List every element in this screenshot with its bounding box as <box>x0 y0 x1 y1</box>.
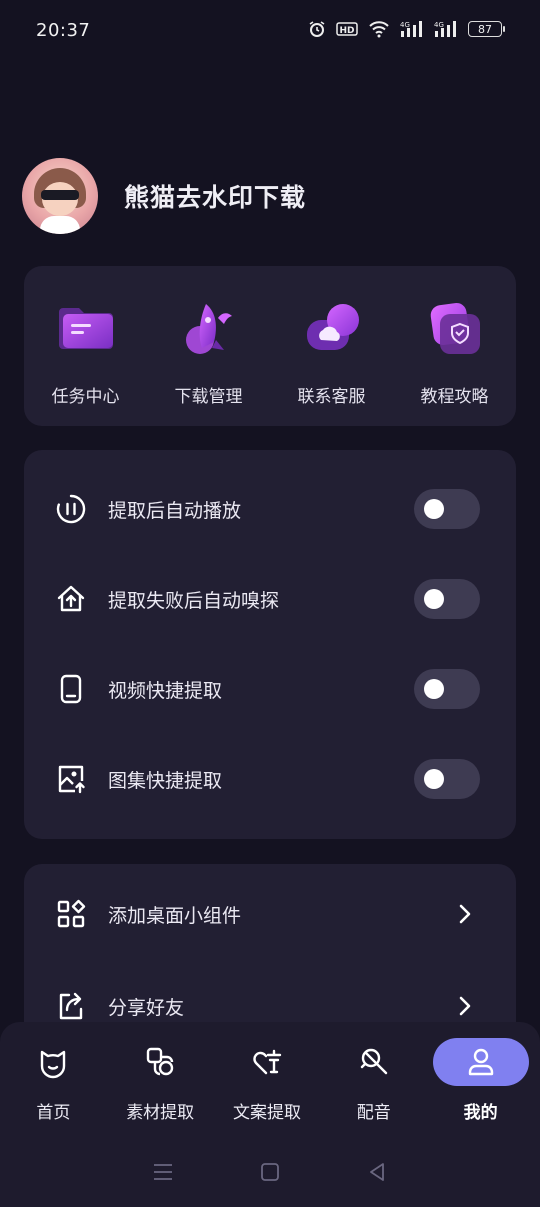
status-bar: 20:37 HD 4G 4G 87 <box>0 0 540 64</box>
nav-label: 首页 <box>36 1103 71 1123</box>
cloud-chat-icon <box>301 298 363 360</box>
nav-item-mine[interactable]: 我的 <box>427 1038 534 1130</box>
dubbing-icon <box>326 1038 422 1086</box>
nav-label: 素材提取 <box>126 1103 195 1123</box>
setting-label: 视频快捷提取 <box>108 679 223 702</box>
alarm-icon <box>308 20 326 38</box>
image-upload-icon <box>54 762 88 796</box>
quick-action-label: 下载管理 <box>174 387 243 407</box>
setting-label: 提取失败后自动嗅探 <box>108 589 280 612</box>
svg-text:4G: 4G <box>400 21 410 29</box>
setting-row-gallery-shortcut: 图集快捷提取 <box>24 734 516 824</box>
nav-item-material[interactable]: 素材提取 <box>107 1038 214 1130</box>
setting-row-auto-sniff: 提取失败后自动嗅探 <box>24 554 516 644</box>
video-shortcut-toggle[interactable] <box>414 669 480 709</box>
phone-icon <box>54 672 88 706</box>
svg-text:HD: HD <box>339 26 354 36</box>
profile-name[interactable]: 熊猫去水印下载 <box>124 178 306 214</box>
material-icon <box>112 1038 208 1086</box>
home-icon <box>5 1038 101 1086</box>
setting-label: 提取后自动播放 <box>108 499 242 522</box>
nav-label: 我的 <box>463 1103 498 1123</box>
link-row-add-widget[interactable]: 添加桌面小组件 <box>24 868 516 960</box>
quick-action-label: 联系客服 <box>297 387 366 407</box>
upload-home-icon <box>54 582 88 616</box>
home-square-icon[interactable] <box>255 1157 285 1187</box>
nav-item-home[interactable]: 首页 <box>0 1038 107 1130</box>
status-time: 20:37 <box>36 20 91 41</box>
pause-circle-icon <box>54 492 88 526</box>
quick-action-label: 教程攻略 <box>420 387 489 407</box>
widgets-icon <box>54 897 88 931</box>
signal-4g-icon: 4G <box>434 20 458 38</box>
setting-row-autoplay: 提取后自动播放 <box>24 464 516 554</box>
settings-card: 提取后自动播放 提取失败后自动嗅探 视频快捷提取 图集快捷提取 <box>24 450 516 839</box>
avatar[interactable] <box>22 158 98 234</box>
folder-icon <box>55 298 117 360</box>
battery-icon: 87 <box>468 21 505 37</box>
quick-actions-card: 任务中心 下载管理 联系客服 教程攻略 <box>24 266 516 426</box>
profile-header[interactable]: 熊猫去水印下载 <box>22 158 306 234</box>
nav-label: 文案提取 <box>232 1103 301 1123</box>
rocket-icon <box>178 298 240 360</box>
user-icon <box>432 1038 529 1086</box>
system-nav-bar <box>0 1152 540 1192</box>
chevron-right-icon <box>448 897 482 931</box>
link-label: 分享好友 <box>108 996 185 1019</box>
gallery-shortcut-toggle[interactable] <box>414 759 480 799</box>
quick-action-download-manager[interactable]: 下载管理 <box>147 266 270 426</box>
signal-4g-icon: 4G <box>400 20 424 38</box>
wifi-icon <box>368 20 390 38</box>
chevron-right-icon <box>448 989 482 1023</box>
hd-icon: HD <box>336 21 358 37</box>
back-icon[interactable] <box>362 1157 392 1187</box>
auto-sniff-toggle[interactable] <box>414 579 480 619</box>
svg-text:4G: 4G <box>434 21 444 29</box>
quick-action-label: 任务中心 <box>51 387 120 407</box>
setting-label: 图集快捷提取 <box>108 769 223 792</box>
quick-action-tutorial[interactable]: 教程攻略 <box>393 266 516 426</box>
status-icons: HD 4G 4G 87 <box>308 20 505 38</box>
autoplay-toggle[interactable] <box>414 489 480 529</box>
bottom-nav: 首页 素材提取 文案提取 配音 我的 <box>0 1022 540 1207</box>
nav-label: 配音 <box>356 1103 391 1123</box>
share-icon <box>54 989 88 1023</box>
setting-row-video-shortcut: 视频快捷提取 <box>24 644 516 734</box>
menu-icon[interactable] <box>148 1157 178 1187</box>
quick-action-customer-service[interactable]: 联系客服 <box>270 266 393 426</box>
text-extract-icon <box>219 1038 315 1086</box>
link-label: 添加桌面小组件 <box>108 904 242 927</box>
nav-item-text-extract[interactable]: 文案提取 <box>214 1038 321 1130</box>
shield-icon <box>424 298 486 360</box>
nav-item-dubbing[interactable]: 配音 <box>320 1038 427 1130</box>
quick-action-task-center[interactable]: 任务中心 <box>24 266 147 426</box>
